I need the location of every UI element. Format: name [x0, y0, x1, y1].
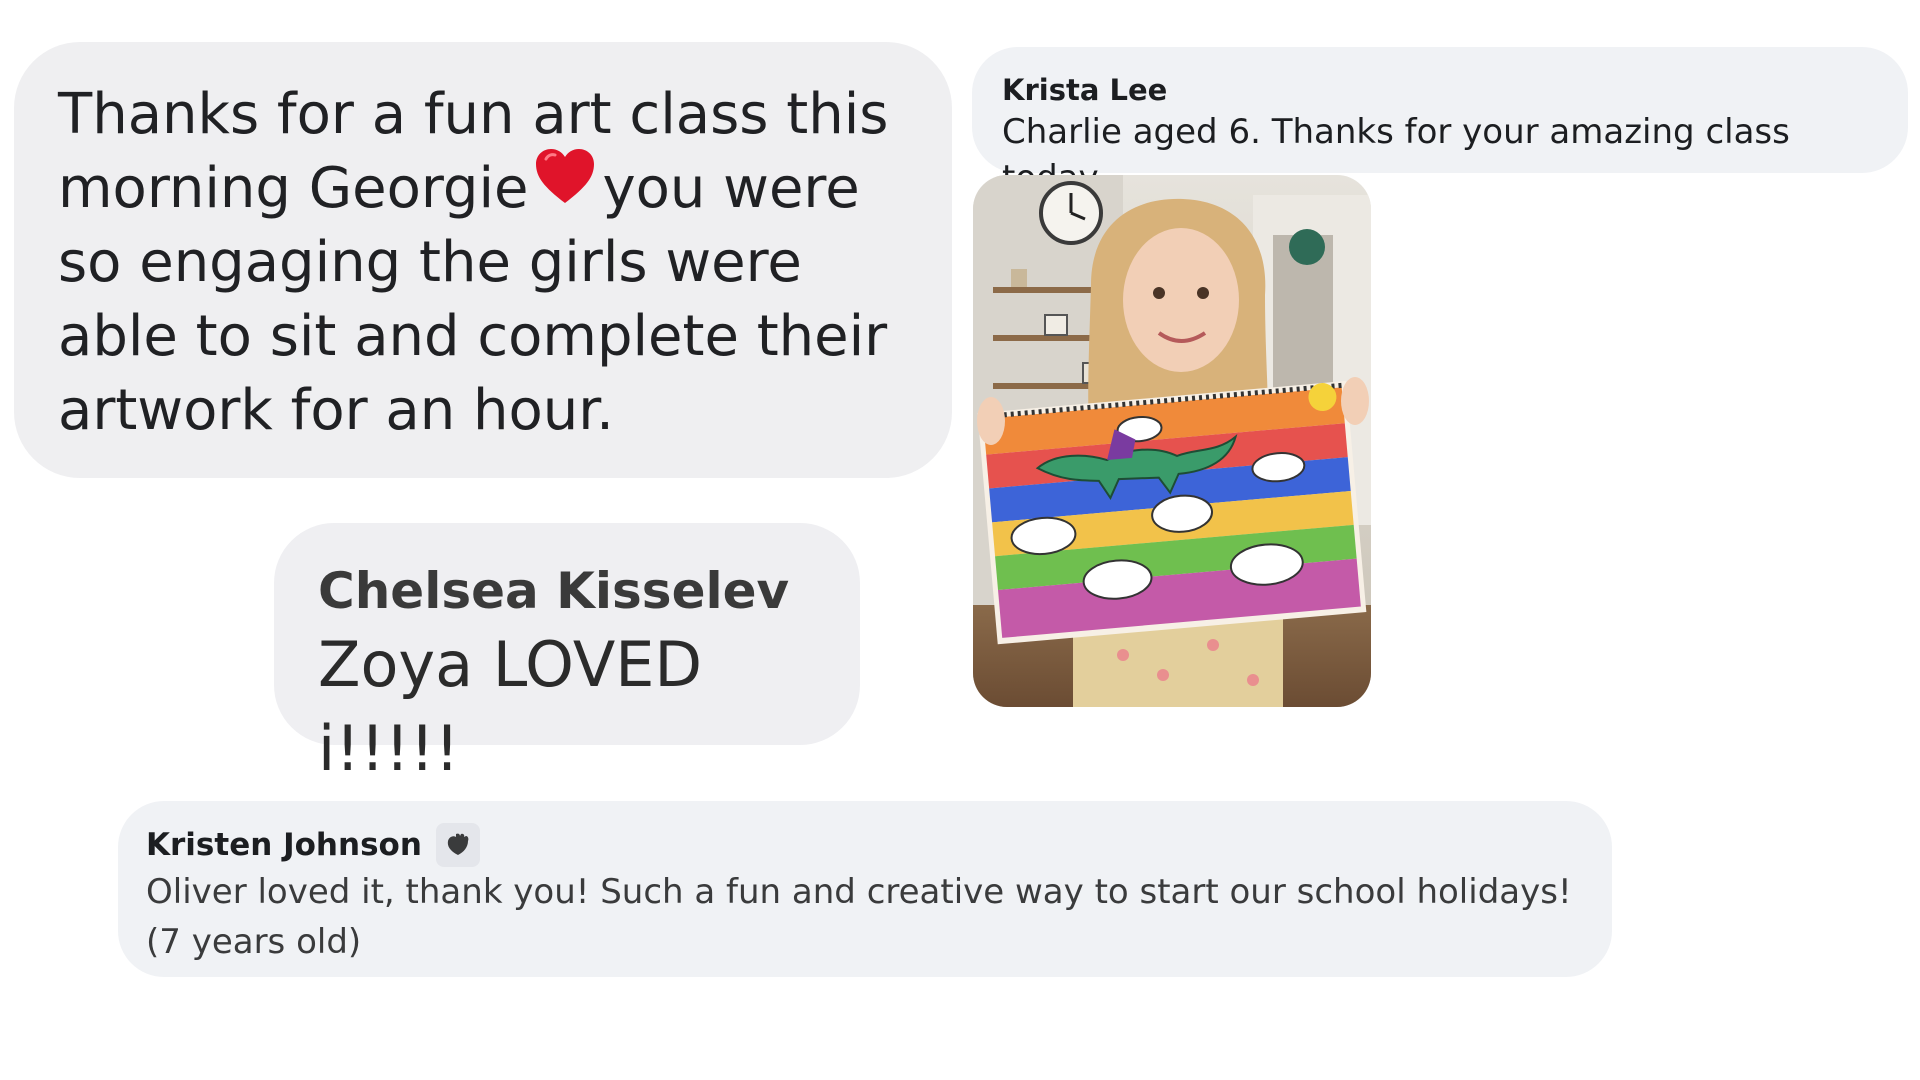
comment-bubble-krista-lee: Krista Lee Charlie aged 6. Thanks for yo… — [972, 47, 1908, 198]
comment-header: Kristen Johnson — [146, 823, 1584, 867]
comment-bubble-chelsea-kisselev: Chelsea Kisselev Zoya LOVED i!!!!! — [274, 523, 860, 785]
child-artwork-photo — [973, 175, 1371, 707]
comment-text: Zoya LOVED i!!!!! — [318, 628, 703, 785]
comment-bubble-georgie: Thanks for a fun art class this morning … — [14, 42, 952, 478]
comment-text: Thanks for a fun art class this morning … — [58, 78, 908, 448]
fan-badge-icon[interactable] — [435, 823, 480, 867]
comment-author[interactable]: Chelsea Kisselev — [318, 559, 816, 623]
testimonials-collage: Thanks for a fun art class this morning … — [0, 0, 1920, 1080]
comment-bubble-kristen-johnson: Kristen Johnson Oliver loved it, thank y… — [118, 801, 1612, 977]
comment-author[interactable]: Kristen Johnson — [146, 826, 422, 864]
comment-author[interactable]: Krista Lee — [1002, 71, 1878, 109]
red-heart-icon — [534, 147, 596, 224]
comment-text: Oliver loved it, thank you! Such a fun a… — [146, 872, 1572, 962]
